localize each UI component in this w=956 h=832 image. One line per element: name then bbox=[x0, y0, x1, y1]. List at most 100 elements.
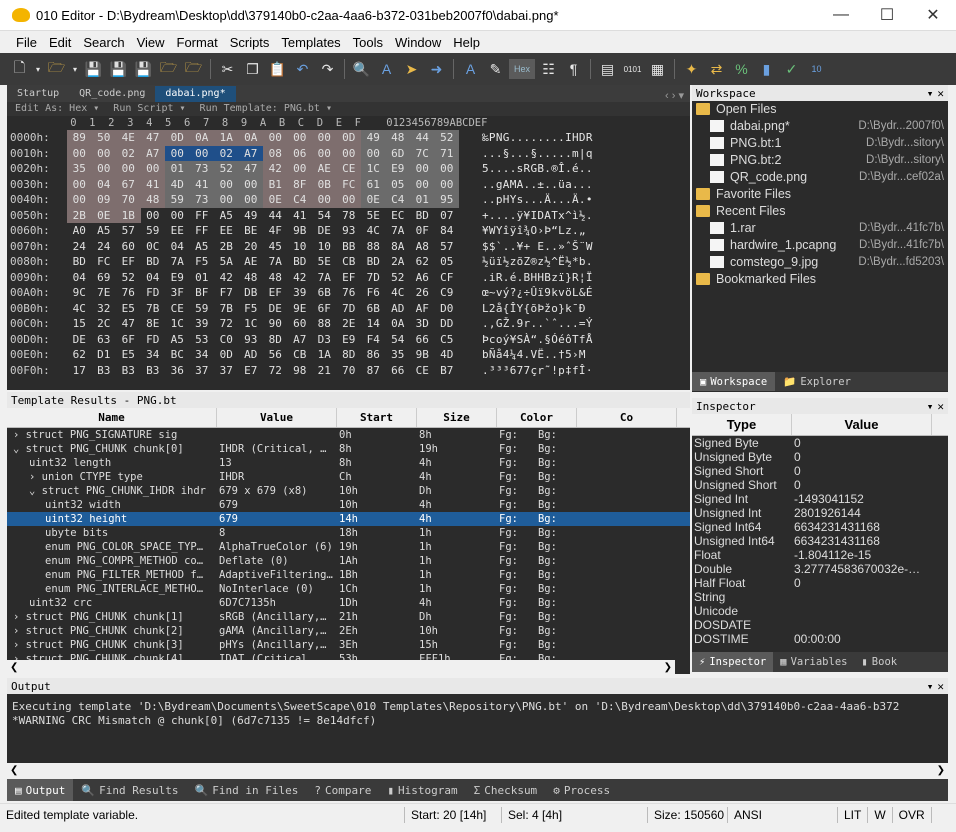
hex-byte[interactable]: BD bbox=[288, 254, 313, 270]
workspace-item[interactable]: Recent Files bbox=[692, 203, 948, 220]
hex-row[interactable]: 0050h: 2B 0E 1B 00 00 FF A5 49 44 41 54 78 5E EC BD 07 +.… bbox=[7, 207, 690, 224]
hex-byte[interactable]: 9C bbox=[67, 285, 92, 301]
template-row[interactable]: enum PNG_COMPR_METHOD co… Deflate (0) 1Ah 1… bbox=[7, 554, 690, 568]
hex-bytes[interactable]: 89 50 4E 47 0D 0A 1A 0A 00 00 00 0D 49 48 44 52 bbox=[67, 130, 462, 146]
replace-icon[interactable]: A bbox=[375, 58, 398, 81]
hex-ascii[interactable]: L2å{ÎY{õÞžo}k­¯Ð bbox=[462, 301, 586, 317]
hex-byte[interactable]: 53 bbox=[190, 332, 215, 348]
hex-byte[interactable]: 52 bbox=[214, 161, 239, 177]
hex-byte[interactable]: 66 bbox=[410, 332, 435, 348]
hex-byte[interactable]: C0 bbox=[214, 332, 239, 348]
open-folder-icon[interactable]: 🗁 bbox=[45, 58, 68, 81]
menu-item-scripts[interactable]: Scripts bbox=[224, 35, 276, 50]
hex-row[interactable]: 00F0h: 17 B3 B3 B3 36 37 37 E7 72 98 21 70 87 66 CE B7 .³… bbox=[7, 363, 690, 379]
hex-byte[interactable]: 1A bbox=[214, 130, 239, 146]
hex-byte[interactable]: E5 bbox=[116, 301, 141, 317]
close-button[interactable]: ✕ bbox=[910, 0, 956, 31]
find-icon[interactable]: 🔍 bbox=[350, 58, 373, 81]
dropdown-icon[interactable]: ▾ bbox=[70, 58, 80, 81]
hex-byte[interactable]: 24 bbox=[67, 239, 92, 255]
inspector-row[interactable]: String bbox=[692, 590, 948, 604]
hex-byte[interactable]: 05 bbox=[385, 176, 410, 192]
menu-item-templates[interactable]: Templates bbox=[275, 35, 346, 50]
hex-byte[interactable]: DB bbox=[239, 285, 264, 301]
hex-byte[interactable]: 32 bbox=[92, 301, 117, 317]
hex-byte[interactable]: 00 bbox=[238, 192, 263, 208]
hex-ascii[interactable]: ‰PNG........IHDR bbox=[462, 130, 593, 146]
template-row[interactable]: ⌄ struct PNG_CHUNK_IHDR ihdr 679 x 679 (x… bbox=[7, 484, 690, 498]
hex-byte[interactable]: 60 bbox=[288, 316, 313, 332]
hex-byte[interactable]: 24 bbox=[92, 239, 117, 255]
hex-byte[interactable]: 00 bbox=[410, 161, 435, 177]
hex-byte[interactable]: 72 bbox=[214, 316, 239, 332]
hex-byte[interactable]: 00 bbox=[434, 176, 459, 192]
hex-byte[interactable]: F5 bbox=[190, 254, 215, 270]
template-row[interactable]: uint32 crc 6D7C7135h 1Dh 4h Fg: Bg: bbox=[7, 596, 690, 610]
hex-byte[interactable]: A0 bbox=[67, 223, 92, 239]
hex-byte[interactable]: 04 bbox=[67, 270, 92, 286]
hex-byte[interactable]: 0A bbox=[386, 316, 411, 332]
template-row[interactable]: › struct PNG_CHUNK chunk[2] gAMA (Ancilla… bbox=[7, 624, 690, 638]
hex-grid[interactable]: 0000h: 89 50 4E 47 0D 0A 1A 0A 00 00 00 0D 49 48 44 52 ‰P… bbox=[7, 130, 690, 378]
hex-ascii[interactable]: Þcoý¥SÀ“.§ÓéôTfÅ bbox=[462, 332, 593, 348]
template-col-header[interactable]: Value bbox=[217, 408, 337, 427]
hex-byte[interactable]: AD bbox=[239, 347, 264, 363]
inspector-col-header[interactable]: Value bbox=[792, 414, 932, 435]
hex-byte[interactable]: 00 bbox=[287, 161, 312, 177]
menu-item-format[interactable]: Format bbox=[171, 35, 224, 50]
open-workspace-icon[interactable]: 🗁 bbox=[157, 58, 180, 81]
hex-byte[interactable]: 00 bbox=[141, 208, 166, 224]
base-convert-icon[interactable]: 10 bbox=[805, 58, 828, 81]
hex-row[interactable]: 00B0h: 4C 32 E5 7B CE 59 7B F5 DE 9E 6F 7D 6B AD AF D0 L2… bbox=[7, 301, 690, 317]
hex-byte[interactable]: 36 bbox=[165, 363, 190, 379]
tab-explorer[interactable]: 📁 Explorer bbox=[775, 372, 859, 391]
hex-byte[interactable]: 26 bbox=[410, 285, 435, 301]
workspace-item[interactable]: QR_code.png D:\Bydr...cef02a\ bbox=[692, 169, 948, 186]
hex-byte[interactable]: 00 bbox=[165, 208, 190, 224]
hex-byte[interactable]: 00 bbox=[140, 161, 165, 177]
inspector-row[interactable]: DOSTIME 00:00:00 bbox=[692, 632, 948, 646]
percent-icon[interactable]: % bbox=[730, 58, 753, 81]
hex-byte[interactable]: B3 bbox=[92, 363, 117, 379]
hex-byte[interactable]: 01 bbox=[190, 270, 215, 286]
hex-bytes[interactable]: 00 04 67 41 4D 41 00 00 B1 8F 0B FC 61 05 00 00 bbox=[67, 176, 462, 192]
hex-byte[interactable]: 17 bbox=[67, 363, 92, 379]
hex-byte[interactable]: E7 bbox=[239, 363, 264, 379]
save-as-icon[interactable]: 💾 bbox=[107, 58, 130, 81]
workspace-item[interactable]: PNG.bt:2 D:\Bydr...sitory\ bbox=[692, 152, 948, 169]
hex-byte[interactable]: 67 bbox=[116, 176, 141, 192]
hex-byte[interactable]: EC bbox=[386, 208, 411, 224]
hex-byte[interactable]: 00 bbox=[67, 145, 92, 161]
font-icon[interactable]: A bbox=[459, 58, 482, 81]
hex-byte[interactable]: FC bbox=[336, 176, 361, 192]
hex-byte[interactable]: 05 bbox=[435, 254, 460, 270]
save-icon[interactable]: 💾 bbox=[82, 58, 105, 81]
hex-row[interactable]: 0040h: 00 09 70 48 59 73 00 00 0E C4 00 00 0E C4 01 95..… bbox=[7, 192, 690, 208]
hex-byte[interactable]: 48 bbox=[140, 192, 165, 208]
hex-byte[interactable]: 00 bbox=[312, 145, 337, 161]
workspace-item[interactable]: PNG.bt:1 D:\Bydr...sitory\ bbox=[692, 135, 948, 152]
hex-byte[interactable]: 7D bbox=[361, 270, 386, 286]
hex-bytes[interactable]: BD FC EF BD 7A F5 5A AE 7A BD 5E CB BD 2A 62 05 bbox=[67, 254, 462, 270]
hex-byte[interactable]: 4C bbox=[361, 223, 386, 239]
hex-byte[interactable]: 4D bbox=[435, 347, 460, 363]
hex-byte[interactable]: CE bbox=[410, 363, 435, 379]
hex-byte[interactable]: DD bbox=[435, 316, 460, 332]
hex-byte[interactable]: 0B bbox=[312, 176, 337, 192]
hex-byte[interactable]: 00 bbox=[67, 176, 92, 192]
hex-byte[interactable]: 41 bbox=[140, 176, 165, 192]
workspace-item[interactable]: Open Files bbox=[692, 101, 948, 118]
hex-byte[interactable]: 9B bbox=[410, 347, 435, 363]
inspector-row[interactable]: Unsigned Int 2801926144 bbox=[692, 506, 948, 520]
scroll-left-icon[interactable]: ❮ bbox=[10, 765, 18, 776]
inspector-row[interactable]: Unsigned Short 0 bbox=[692, 478, 948, 492]
hex-byte[interactable]: EE bbox=[165, 223, 190, 239]
pin-icon[interactable]: ▾ bbox=[927, 87, 934, 100]
hex-byte[interactable]: 47 bbox=[140, 130, 165, 146]
hex-byte[interactable]: 71 bbox=[434, 145, 459, 161]
columns-icon[interactable]: ☷ bbox=[537, 58, 560, 81]
checksum-icon[interactable]: ✓ bbox=[780, 58, 803, 81]
hex-byte[interactable]: 63 bbox=[92, 332, 117, 348]
hex-byte[interactable]: 4D bbox=[165, 176, 190, 192]
hex-byte[interactable]: B3 bbox=[141, 363, 166, 379]
